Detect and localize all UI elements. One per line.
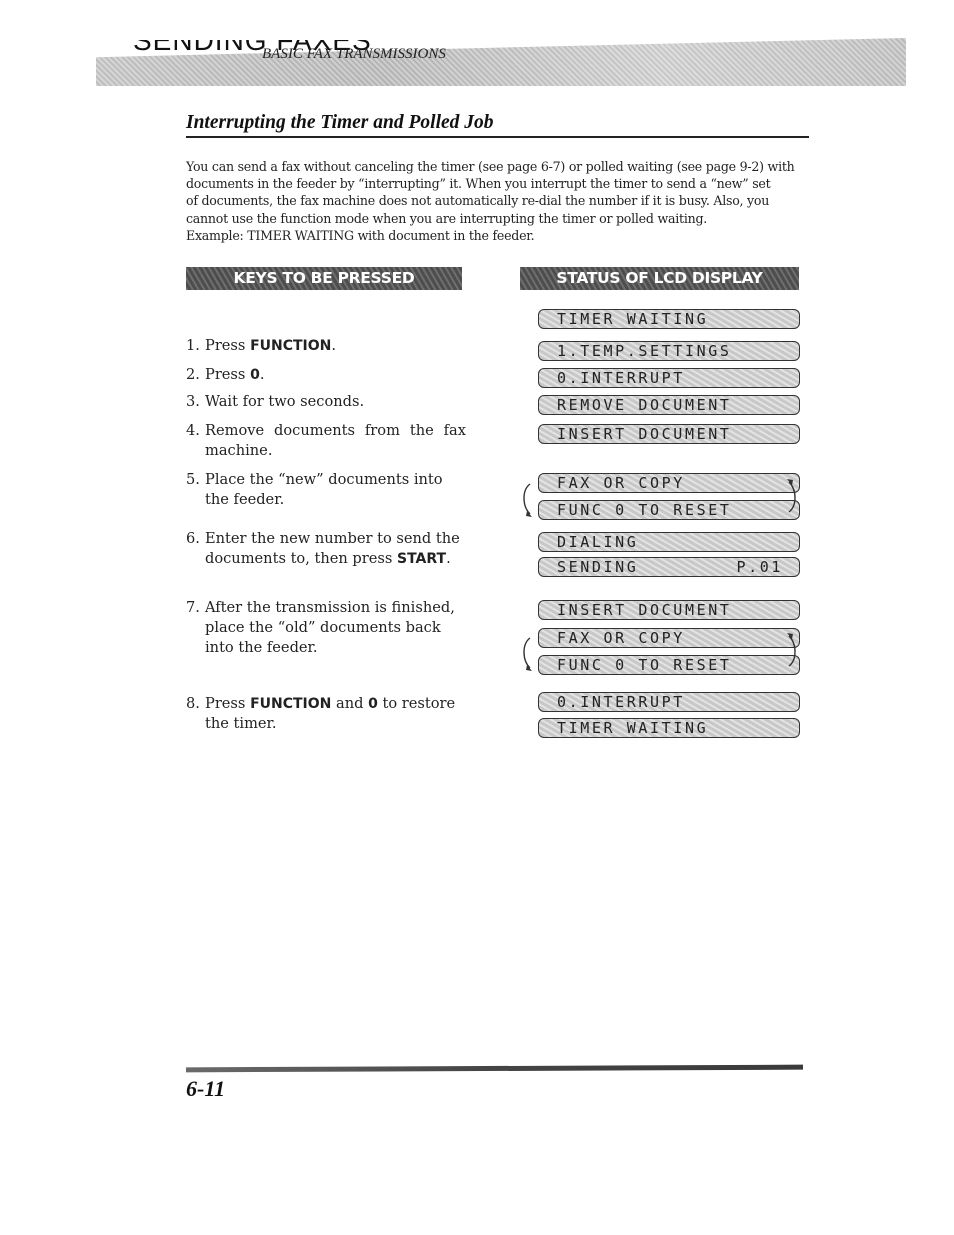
intro-line: documents in the feeder by “interrupting… [186, 176, 771, 192]
lcd-text: 0.INTERRUPT [557, 693, 685, 711]
lcd-display: INSERT DOCUMENT [538, 600, 800, 620]
lcd-text: INSERT DOCUMENT [557, 425, 732, 443]
key-label: 0 [250, 367, 260, 383]
step-number: 6. [186, 530, 200, 547]
key-label: FUNCTION [250, 696, 332, 712]
lcd-text: REMOVE DOCUMENT [557, 396, 732, 414]
lcd-text: SENDING [557, 558, 639, 576]
key-label: 0 [368, 696, 378, 712]
intro-line: Example: TIMER WAITING with document in … [186, 227, 535, 243]
step-2: 2. Press 0. [186, 365, 466, 385]
lcd-display: SENDING P.01 [538, 557, 800, 577]
lcd-text: DIALING [557, 533, 639, 551]
step-8: 8. Press FUNCTION and 0 to restore the t… [186, 694, 466, 734]
lcd-display: 0.INTERRUPT [538, 368, 800, 388]
step-number: 2. [186, 366, 200, 383]
lcd-display: FUNC 0 TO RESET [538, 655, 800, 675]
intro-line: You can send a fax without canceling the… [186, 159, 795, 174]
lcd-text: TIMER WAITING [557, 719, 709, 737]
lcd-display: DIALING [538, 532, 800, 552]
section-header: BASIC FAX TRANSMISSIONS [262, 46, 446, 62]
step-3: 3. Wait for two seconds. [186, 392, 466, 412]
step-text: Place the “new” documents into the feede… [205, 471, 443, 508]
step-text: Wait for two seconds. [205, 393, 365, 410]
page-title: Interrupting the Timer and Polled Job [186, 112, 494, 133]
step-text: and [331, 695, 369, 712]
cycle-arrow-right-icon [787, 479, 796, 513]
step-number: 5. [186, 471, 200, 488]
title-divider [186, 136, 809, 138]
lcd-display: FUNC 0 TO RESET [538, 500, 800, 520]
lcd-display: TIMER WAITING [538, 309, 800, 329]
step-text: Press [205, 695, 251, 712]
step-text: Press [205, 366, 251, 383]
step-text: Press [205, 337, 251, 354]
step-7: 7. After the transmission is finished, p… [186, 598, 466, 658]
cycle-arrow-left-icon [523, 483, 532, 517]
intro-line: of documents, the fax machine does not a… [186, 193, 770, 209]
step-number: 3. [186, 393, 200, 410]
step-4: 4. Remove documents from the fax machine… [186, 421, 466, 461]
lcd-display: FAX OR COPY [538, 628, 800, 648]
lcd-text: TIMER WAITING [557, 310, 709, 328]
step-5: 5. Place the “new” documents into the fe… [186, 470, 466, 510]
cycle-arrow-left-icon [523, 637, 532, 671]
step-text: . [446, 550, 451, 567]
lcd-text: FUNC 0 TO RESET [557, 656, 732, 674]
key-label: FUNCTION [250, 338, 332, 354]
page-number: 6-11 [186, 1076, 226, 1101]
page-counter: P.01 [736, 558, 783, 576]
lcd-text: INSERT DOCUMENT [557, 601, 732, 619]
key-label: START [397, 551, 447, 567]
intro-line: cannot use the function mode when you ar… [186, 210, 708, 226]
lcd-display: INSERT DOCUMENT [538, 424, 800, 444]
step-number: 7. [186, 599, 200, 616]
lcd-display: FAX OR COPY [538, 473, 800, 493]
step-text: After the transmission is finished, plac… [205, 599, 455, 656]
keys-column-header: KEYS TO BE PRESSED [186, 267, 462, 290]
lcd-text: FAX OR COPY [557, 629, 685, 647]
footer-divider [186, 1064, 803, 1073]
step-text: . [259, 366, 265, 383]
step-6: 6. Enter the new number to send the docu… [186, 529, 466, 569]
lcd-column-header: STATUS OF LCD DISPLAY [520, 267, 799, 290]
step-number: 8. [186, 695, 200, 712]
lcd-display: 1.TEMP.SETTINGS [538, 341, 800, 361]
lcd-display: REMOVE DOCUMENT [538, 395, 800, 415]
step-number: 1. [186, 337, 200, 354]
cycle-arrow-right-icon [787, 633, 796, 667]
step-1: 1. Press FUNCTION. [186, 336, 466, 356]
lcd-display: 0.INTERRUPT [538, 692, 800, 712]
intro-paragraph: You can send a fax without canceling the… [186, 158, 806, 244]
lcd-text: FUNC 0 TO RESET [557, 501, 732, 519]
step-number: 4. [186, 422, 200, 439]
lcd-text: 1.TEMP.SETTINGS [557, 342, 732, 360]
lcd-text: 0.INTERRUPT [557, 369, 685, 387]
step-text: . [331, 337, 337, 354]
lcd-text: FAX OR COPY [557, 474, 685, 492]
lcd-display: TIMER WAITING [538, 718, 800, 738]
step-text: Remove documents from the fax machine. [205, 422, 466, 459]
